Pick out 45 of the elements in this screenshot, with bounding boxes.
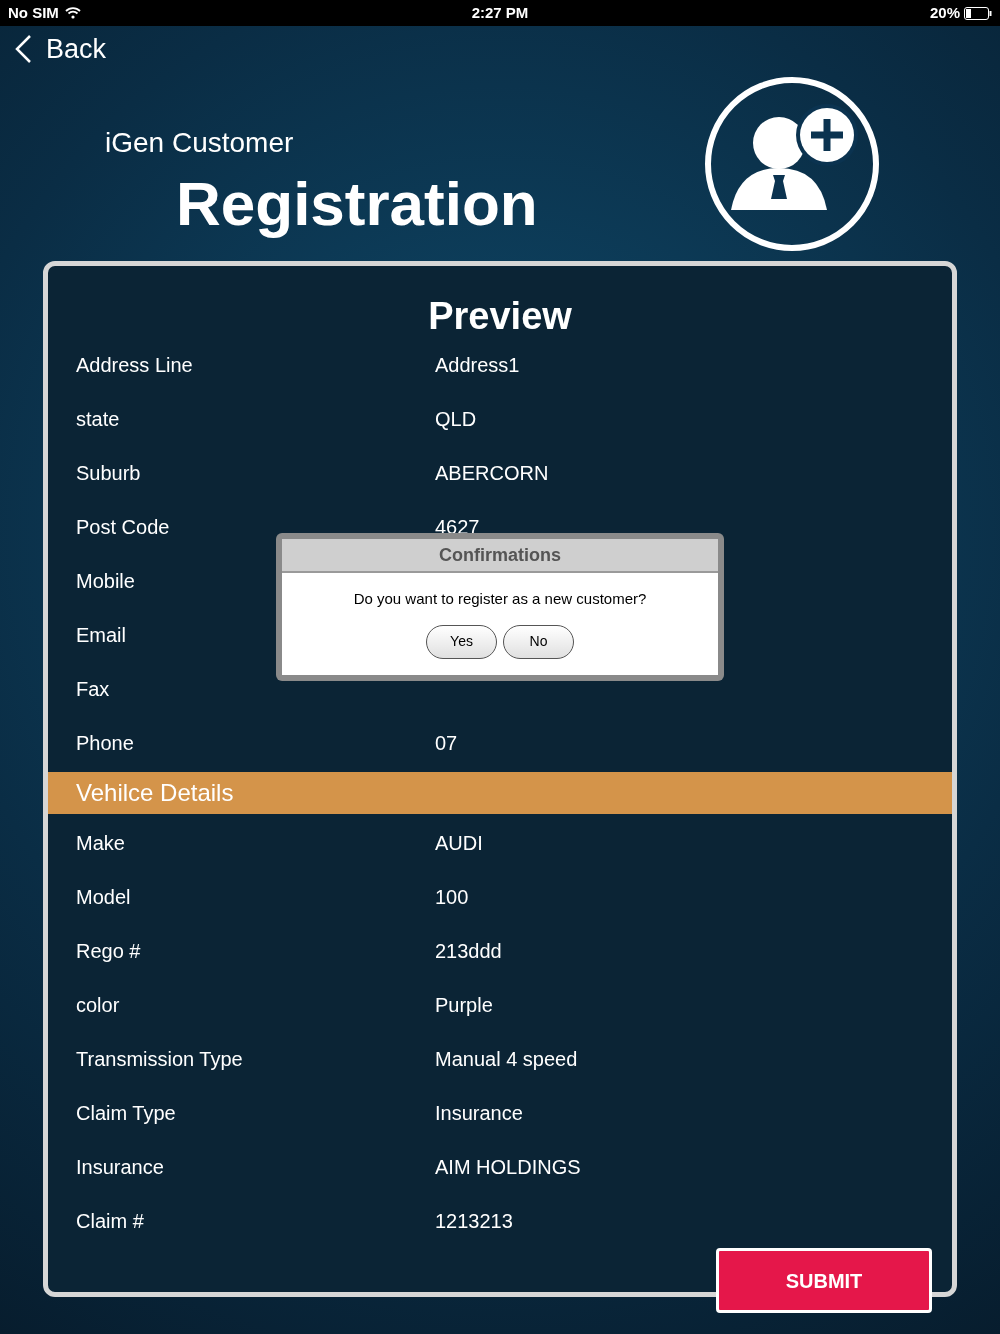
field-value: Address1: [435, 353, 520, 378]
field-value: 1213213: [435, 1209, 513, 1234]
field-label: Fax: [76, 677, 111, 702]
header-subtitle: iGen Customer: [104, 126, 295, 160]
field-label: Make: [76, 831, 126, 856]
field-label: Post Code: [76, 515, 171, 540]
field-label: Insurance: [76, 1155, 165, 1180]
field-label: Phone: [76, 731, 135, 756]
back-button[interactable]: Back: [14, 28, 107, 70]
preview-title: Preview: [428, 294, 572, 338]
field-label: color: [76, 993, 121, 1018]
section-header: Vehilce Details: [48, 772, 952, 814]
field-label: Rego #: [76, 939, 142, 964]
wifi-icon: [64, 7, 81, 19]
field-value: Manual 4 speed: [435, 1047, 578, 1072]
field-value: 100: [435, 885, 469, 910]
chevron-left-icon: [14, 34, 32, 64]
battery-icon: [964, 6, 992, 20]
submit-button[interactable]: SUBMIT: [716, 1248, 932, 1313]
field-value: Insurance: [435, 1101, 523, 1126]
field-label: Suburb: [76, 461, 142, 486]
field-value: QLD: [435, 407, 477, 432]
field-value: AUDI: [435, 831, 483, 856]
header-title: Registration: [175, 168, 539, 240]
field-label: Claim #: [76, 1209, 145, 1234]
status-time: 2:27 PM: [471, 2, 529, 23]
dialog-title: Confirmations: [282, 539, 718, 573]
dialog-button[interactable]: Yes: [426, 624, 497, 659]
add-user-icon: [703, 75, 881, 253]
field-value: AIM HOLDINGS: [435, 1155, 581, 1180]
dialog-message: Do you want to register as a new customer?: [353, 589, 647, 609]
field-value: 07: [435, 731, 458, 756]
carrier-label: No SIM: [8, 2, 59, 23]
field-label: state: [76, 407, 121, 432]
field-label: Address Line: [76, 353, 194, 378]
field-value: ABERCORN: [435, 461, 549, 486]
battery-percent: 20%: [929, 2, 960, 23]
field-label: Transmission Type: [76, 1047, 244, 1072]
field-label: Claim Type: [76, 1101, 177, 1126]
field-value: Purple: [435, 993, 493, 1018]
field-value: 213ddd: [435, 939, 502, 964]
dialog-button[interactable]: No: [503, 624, 574, 659]
field-label: Email: [76, 623, 127, 648]
field-label: Model: [76, 885, 132, 910]
field-label: Mobile: [76, 569, 136, 594]
